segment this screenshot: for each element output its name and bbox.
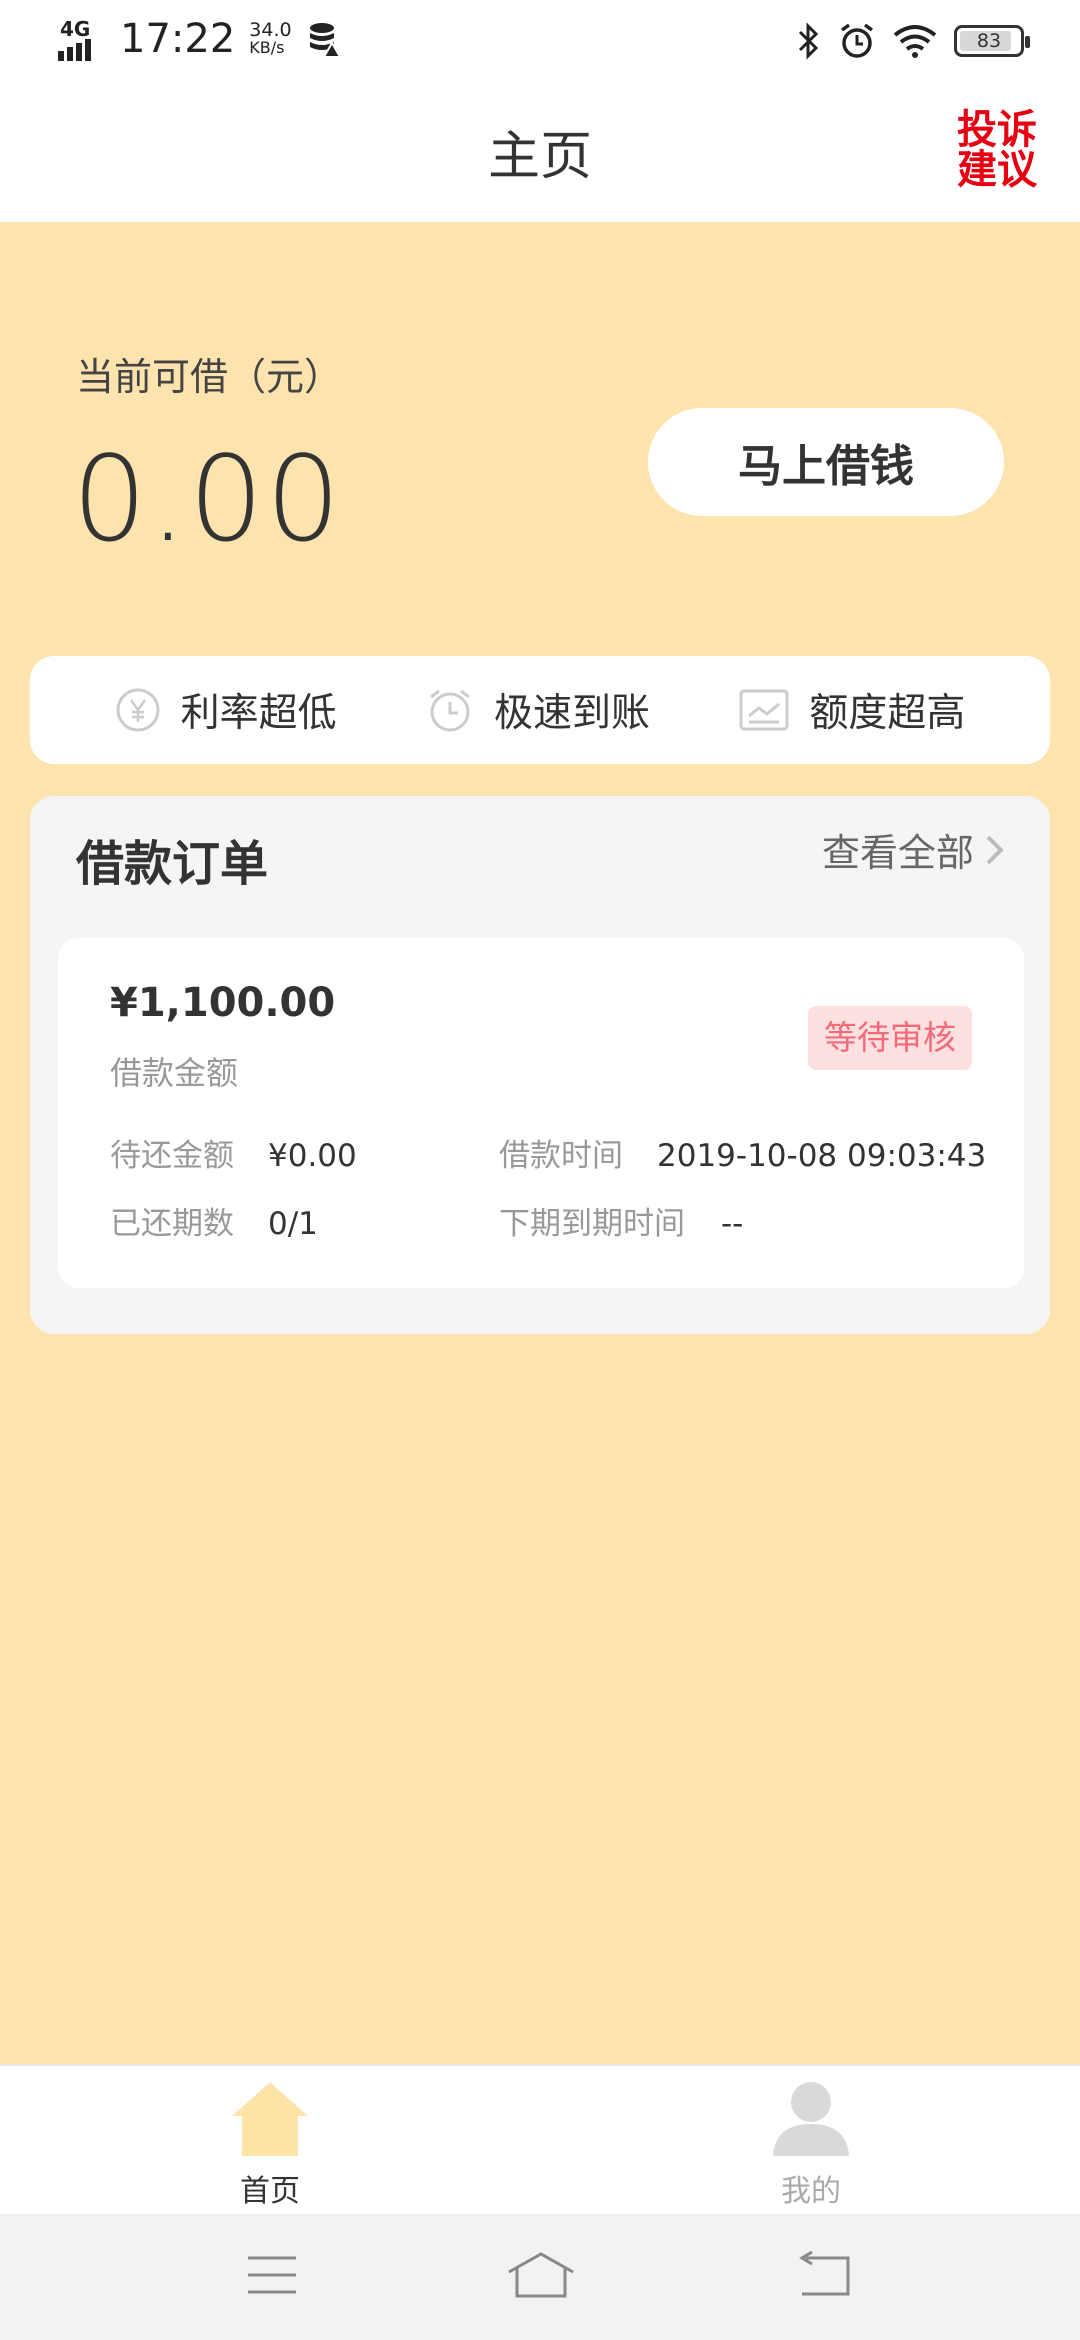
battery-icon: 83 xyxy=(954,25,1030,57)
home-icon xyxy=(232,2082,308,2156)
menu-icon[interactable] xyxy=(246,2250,298,2300)
section-title: 借款订单 xyxy=(76,836,269,892)
chart-up-icon xyxy=(739,689,789,731)
feature-high-limit: 额度超高 xyxy=(739,682,965,738)
feature-low-rate: 利率超低 xyxy=(115,682,337,738)
view-all-link[interactable]: 查看全部 xyxy=(822,822,1006,877)
chevron-right-icon xyxy=(986,835,1004,864)
tab-home[interactable]: 首页 xyxy=(170,2076,370,2210)
page-title: 主页 xyxy=(487,127,592,187)
network-type: 4G xyxy=(60,17,91,41)
complaint-suggestion-link[interactable]: 投诉建议 xyxy=(954,110,1040,190)
user-icon xyxy=(773,2082,849,2156)
status-badge: 等待审核 xyxy=(808,1006,972,1070)
home-outline-icon[interactable] xyxy=(506,2250,576,2300)
feature-fast-payout: 极速到账 xyxy=(426,682,650,738)
clock-icon xyxy=(430,689,470,732)
wifi-icon xyxy=(893,25,937,58)
tab-mine[interactable]: 我的 xyxy=(711,2076,911,2210)
available-credit-amount: 0.00 xyxy=(72,430,343,568)
loan-amount-label: 借款金额 xyxy=(110,1054,239,1092)
battery-level: 83 xyxy=(976,30,1002,52)
app-header: 主页 投诉建议 xyxy=(0,84,1080,222)
borrow-now-button[interactable]: 马上借钱 xyxy=(648,408,1004,516)
loan-amount: ¥1,100.00 xyxy=(110,980,336,1026)
repaid-periods-row: 已还期数 0/1 xyxy=(110,1206,318,1242)
pending-amount-row: 待还金额 ¥0.00 xyxy=(110,1138,357,1174)
cellular-signal-icon: 4G xyxy=(58,17,106,61)
loan-time-row: 借款时间 2019-10-08 09:03:43 xyxy=(499,1138,987,1174)
order-card[interactable]: ¥1,100.00 借款金额 等待审核 待还金额 ¥0.00 借款时间 2019-1… xyxy=(58,938,1024,1288)
alarm-icon xyxy=(840,23,874,58)
available-credit-label: 当前可借（元） xyxy=(76,355,343,399)
back-icon[interactable] xyxy=(796,2250,852,2300)
bottom-navigation: 首页 我的 xyxy=(0,2064,1080,2214)
clock: 17:22 xyxy=(120,16,236,62)
loan-orders-section: 借款订单 查看全部 ¥1,100.00 借款金额 等待审核 待还金额 ¥0.00 … xyxy=(30,796,1050,1334)
next-due-row: 下期到期时间 -- xyxy=(499,1206,744,1242)
bluetooth-icon xyxy=(798,22,819,60)
system-navigation-bar xyxy=(0,2214,1080,2340)
network-speed: 34.0 KB/s xyxy=(249,19,292,57)
data-saver-icon xyxy=(309,23,342,58)
yen-coin-icon xyxy=(116,688,160,732)
feature-strip: 利率超低 极速到账 额度超高 xyxy=(30,656,1050,764)
status-bar: 4G 17:22 34.0 KB/s 83 xyxy=(0,0,1080,84)
